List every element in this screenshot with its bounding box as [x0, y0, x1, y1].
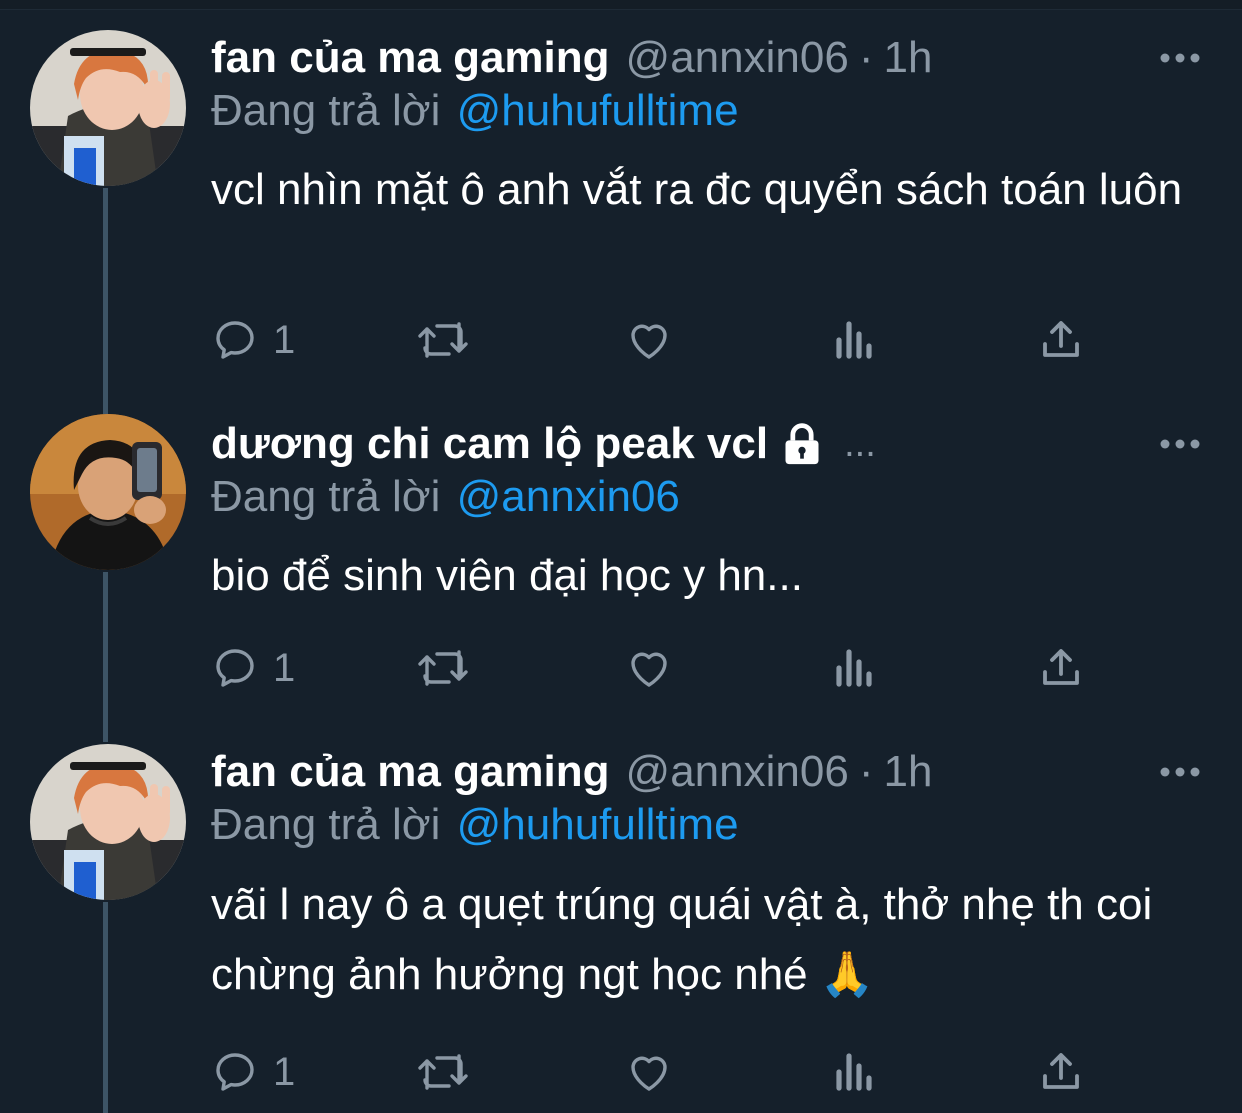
share-icon	[1043, 321, 1079, 357]
reply-button[interactable]: 1	[211, 1042, 295, 1102]
reply-context: Đang trả lời @annxin06	[211, 472, 680, 522]
more-icon[interactable]	[1158, 46, 1202, 70]
top-divider	[0, 0, 1242, 10]
tweet-text: vcl nhìn mặt ô anh vắt ra đc quyển sách …	[211, 165, 1183, 214]
more-icon[interactable]	[1158, 760, 1202, 784]
retweet-button[interactable]	[415, 310, 471, 370]
retweet-icon	[418, 1054, 468, 1090]
reply-count: 1	[273, 1049, 296, 1094]
avatar[interactable]	[30, 744, 186, 900]
timestamp[interactable]: 1h	[883, 747, 932, 797]
share-button[interactable]	[1039, 1042, 1083, 1102]
like-button[interactable]	[625, 1042, 673, 1102]
views-icon	[836, 321, 872, 359]
reply-count: 1	[273, 645, 296, 690]
reply-count: 1	[273, 317, 296, 362]
reply-icon	[216, 321, 254, 359]
heart-icon	[631, 652, 667, 687]
display-name[interactable]: dương chi cam lộ peak vcl	[211, 419, 768, 469]
retweet-button[interactable]	[415, 1042, 471, 1102]
retweet-button[interactable]	[415, 638, 471, 698]
lock-icon	[785, 423, 819, 465]
heart-icon	[631, 1056, 667, 1091]
like-button[interactable]	[625, 310, 673, 370]
display-name[interactable]: fan của ma gaming	[211, 747, 610, 797]
tweet[interactable]: dương chi cam lộ peak vcl ... Đang trả l…	[0, 414, 1242, 714]
tweet-text: bio để sinh viên đại học y hn...	[211, 551, 803, 600]
timestamp[interactable]: 1h	[883, 33, 932, 83]
share-icon	[1043, 649, 1079, 685]
share-icon	[1043, 1053, 1079, 1089]
user-handle[interactable]: @annxin06	[626, 747, 849, 797]
reply-to-link[interactable]: @huhufulltime	[457, 86, 739, 135]
reply-context: Đang trả lời @huhufulltime	[211, 800, 739, 850]
like-button[interactable]	[625, 638, 673, 698]
avatar[interactable]	[30, 30, 186, 186]
display-name[interactable]: fan của ma gaming	[211, 33, 610, 83]
reply-icon	[216, 649, 254, 687]
name-truncation: ...	[844, 422, 876, 465]
reply-icon	[216, 1053, 254, 1091]
reply-context: Đang trả lời @huhufulltime	[211, 86, 739, 136]
share-button[interactable]	[1039, 638, 1083, 698]
reply-prefix: Đang trả lời	[211, 800, 441, 849]
retweet-icon	[418, 650, 468, 686]
action-bar: 1	[211, 1042, 1091, 1102]
views-button[interactable]	[833, 638, 877, 698]
views-button[interactable]	[833, 310, 877, 370]
tweet[interactable]: fan của ma gaming @annxin06 · 1h Đang tr…	[0, 742, 1242, 1113]
separator-dot: ·	[858, 747, 874, 796]
avatar[interactable]	[30, 414, 186, 570]
share-button[interactable]	[1039, 310, 1083, 370]
action-bar: 1	[211, 310, 1091, 370]
reply-prefix: Đang trả lời	[211, 472, 441, 521]
reply-to-link[interactable]: @huhufulltime	[457, 800, 739, 849]
views-icon	[836, 649, 872, 687]
action-bar: 1	[211, 638, 1091, 698]
more-icon[interactable]	[1158, 432, 1202, 456]
views-button[interactable]	[833, 1042, 877, 1102]
views-icon	[836, 1053, 872, 1091]
reply-to-link[interactable]: @annxin06	[457, 472, 680, 521]
tweet[interactable]: fan của ma gaming @annxin06 · 1h Đang tr…	[0, 28, 1242, 388]
heart-icon	[631, 324, 667, 359]
separator-dot: ·	[858, 33, 874, 82]
reply-button[interactable]: 1	[211, 310, 295, 370]
user-handle[interactable]: @annxin06	[626, 33, 849, 83]
reply-prefix: Đang trả lời	[211, 86, 441, 135]
tweet-text: vãi l nay ô a quẹt trúng quái vật à, thở…	[211, 880, 1153, 999]
retweet-icon	[418, 322, 468, 358]
reply-button[interactable]: 1	[211, 638, 295, 698]
